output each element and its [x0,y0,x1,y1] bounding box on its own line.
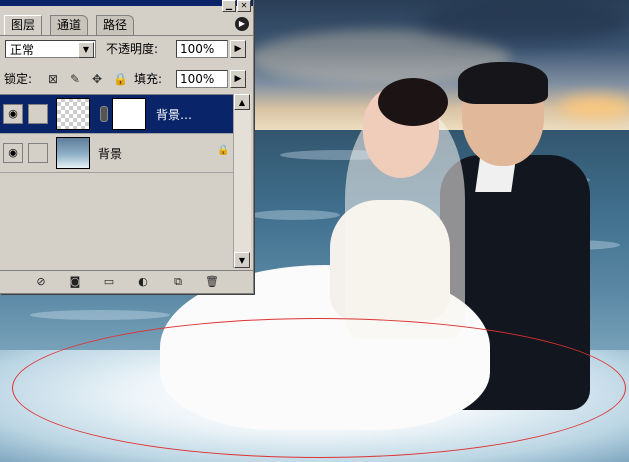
groom-hair [458,62,548,104]
titlebar-buttons: ▁ ✕ [222,0,251,14]
cloud [420,0,629,45]
layer-name[interactable]: 背景… [156,106,192,123]
wave [250,210,340,220]
panel-menu-icon[interactable]: ▶ [235,17,249,31]
lock-transparency-icon[interactable]: ⊠ [46,72,60,86]
bride-hair [378,78,448,126]
scroll-down-icon[interactable]: ▼ [234,252,250,268]
layer-list: ◉ 背景… ◉ 背景 🔒 [0,94,233,269]
blend-mode-select[interactable]: 正常 ▼ [5,40,96,58]
blend-mode-value: 正常 [10,43,35,57]
layer-thumbnail[interactable] [56,137,90,169]
panel-tabs: 图层 通道 路径 [0,13,253,36]
add-mask-icon[interactable]: ◙ [67,275,83,289]
panel-bottom-bar: ⊘ ◙ ▭ ◐ ⧉ 🗑 [0,270,253,293]
close-icon[interactable]: ✕ [237,0,251,12]
tab-layers[interactable]: 图层 [4,15,43,35]
eye-icon[interactable]: ◉ [3,104,23,124]
fill-label: 填充: [134,72,163,86]
layer-row-top[interactable]: ◉ 背景… [0,95,233,134]
highlight-ellipse [12,318,626,458]
opacity-slider-icon[interactable]: ▶ [230,40,246,58]
new-group-icon[interactable]: ▭ [101,275,117,289]
trash-icon[interactable]: 🗑 [204,275,220,289]
minimize-icon[interactable]: ▁ [222,0,236,12]
panel-titlebar[interactable] [0,0,253,6]
chevron-down-icon[interactable]: ▼ [78,42,94,58]
lock-all-icon[interactable]: 🔒 [113,72,128,86]
fill-slider-icon[interactable]: ▶ [230,70,246,88]
lock-label: 锁定: [4,72,33,86]
sunset-glow [560,95,629,119]
scroll-up-icon[interactable]: ▲ [234,94,250,110]
eye-icon[interactable]: ◉ [3,143,23,163]
lock-move-icon[interactable]: ✥ [90,72,104,86]
layer-row-background[interactable]: ◉ 背景 🔒 [0,134,233,173]
layer-link-box[interactable] [28,104,48,124]
lock-brush-icon[interactable]: ✎ [68,72,82,86]
wave [30,310,170,320]
new-layer-icon[interactable]: ⧉ [170,275,186,289]
lock-icon: 🔒 [217,145,230,156]
layers-panel: ▁ ✕ 图层 通道 路径 ▶ 正常 ▼ 不透明度: 100% ▶ 锁定: ⊠ ✎… [0,0,254,294]
layer-mask-thumbnail[interactable] [112,98,146,130]
tab-paths[interactable]: 路径 [96,15,135,35]
layer-name[interactable]: 背景 [98,145,122,162]
layer-scrollbar[interactable]: ▲ ▼ [233,94,251,268]
layer-thumbnail[interactable] [56,98,90,130]
adjustment-layer-icon[interactable]: ◐ [135,275,151,289]
chain-link-icon[interactable] [100,106,108,122]
layer-link-box[interactable] [28,143,48,163]
opacity-input[interactable]: 100% [176,40,228,58]
fill-input[interactable]: 100% [176,70,228,88]
opacity-label: 不透明度: [106,42,159,56]
tab-channels[interactable]: 通道 [50,15,89,35]
layer-style-icon[interactable]: ⊘ [33,275,49,289]
